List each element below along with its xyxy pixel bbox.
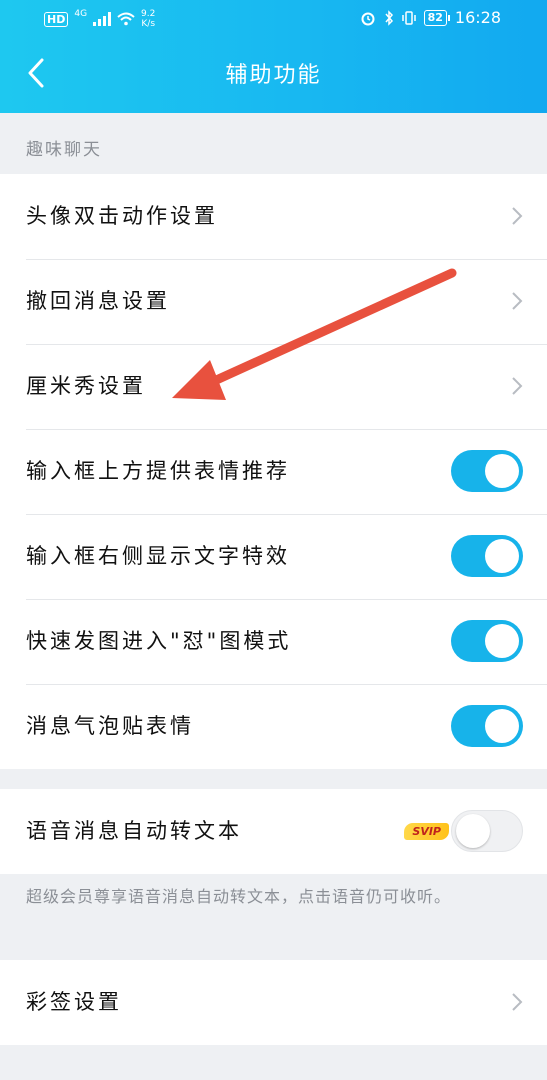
header: HD 4G 9.2 K/s 82 16:28 辅助功能 [0,0,547,113]
bubble-sticker-toggle[interactable] [451,705,523,747]
toggle-knob [485,454,519,488]
settings-group-voice: 语音消息自动转文本 SVIP [0,789,547,874]
network-speed: 9.2 K/s [141,9,155,29]
wifi-icon [117,12,135,26]
setting-label: 输入框右侧显示文字特效 [26,544,290,568]
setting-cmshow[interactable]: 厘米秀设置 [0,344,547,429]
voice-to-text-toggle[interactable] [451,810,523,852]
chevron-right-icon [512,207,523,225]
emoji-recommend-toggle[interactable] [451,450,523,492]
setting-label: 头像双击动作设置 [26,204,218,228]
setting-label: 彩签设置 [26,990,122,1014]
toggle-knob [456,814,490,848]
section-label: 趣味聊天 [26,140,102,160]
status-bar: HD 4G 9.2 K/s 82 16:28 [0,0,547,38]
network-type: 4G [74,9,88,19]
setting-label: 快速发图进入"怼"图模式 [26,629,292,653]
toggle-knob [485,709,519,743]
setting-voice-to-text: 语音消息自动转文本 SVIP [0,789,547,874]
alarm-icon [361,12,375,25]
svip-badge: SVIP [404,823,449,840]
setting-label: 消息气泡贴表情 [26,714,194,738]
chevron-right-icon [512,292,523,310]
voice-note: 超级会员尊享语音消息自动转文本，点击语音仍可收听。 [26,887,452,906]
setting-quick-image-mode: 快速发图进入"怼"图模式 [0,599,547,684]
toggle-knob [485,624,519,658]
signal-icon [93,12,112,26]
setting-label: 撤回消息设置 [26,289,170,313]
setting-bubble-sticker: 消息气泡贴表情 [0,684,547,769]
setting-emoji-recommend: 输入框上方提供表情推荐 [0,429,547,514]
clock: 16:28 [454,8,501,27]
speed-unit: K/s [141,19,156,29]
text-effects-toggle[interactable] [451,535,523,577]
chevron-right-icon [512,993,523,1011]
setting-avatar-double-tap[interactable]: 头像双击动作设置 [0,174,547,259]
page-title: 辅助功能 [225,63,322,88]
settings-group-fun-chat: 头像双击动作设置 撤回消息设置 厘米秀设置 输入框上方提供表情推荐 输入框右侧显… [0,174,547,769]
hd-indicator: HD [44,11,69,27]
setting-recall-message[interactable]: 撤回消息设置 [0,259,547,344]
setting-caisign[interactable]: 彩签设置 [0,960,547,1045]
setting-label: 厘米秀设置 [26,374,146,398]
battery-icon: 82 [423,9,451,26]
quick-image-mode-toggle[interactable] [451,620,523,662]
bluetooth-icon [385,9,393,26]
setting-label: 输入框上方提供表情推荐 [26,459,290,483]
settings-group-caisign: 彩签设置 [0,960,547,1045]
setting-text-effects: 输入框右侧显示文字特效 [0,514,547,599]
chevron-right-icon [512,377,523,395]
toggle-knob [485,539,519,573]
nav-bar: 辅助功能 [0,38,547,113]
vibrate-icon [401,10,416,25]
speed-value: 9.2 [141,9,156,19]
setting-label: 语音消息自动转文本 [26,819,242,843]
